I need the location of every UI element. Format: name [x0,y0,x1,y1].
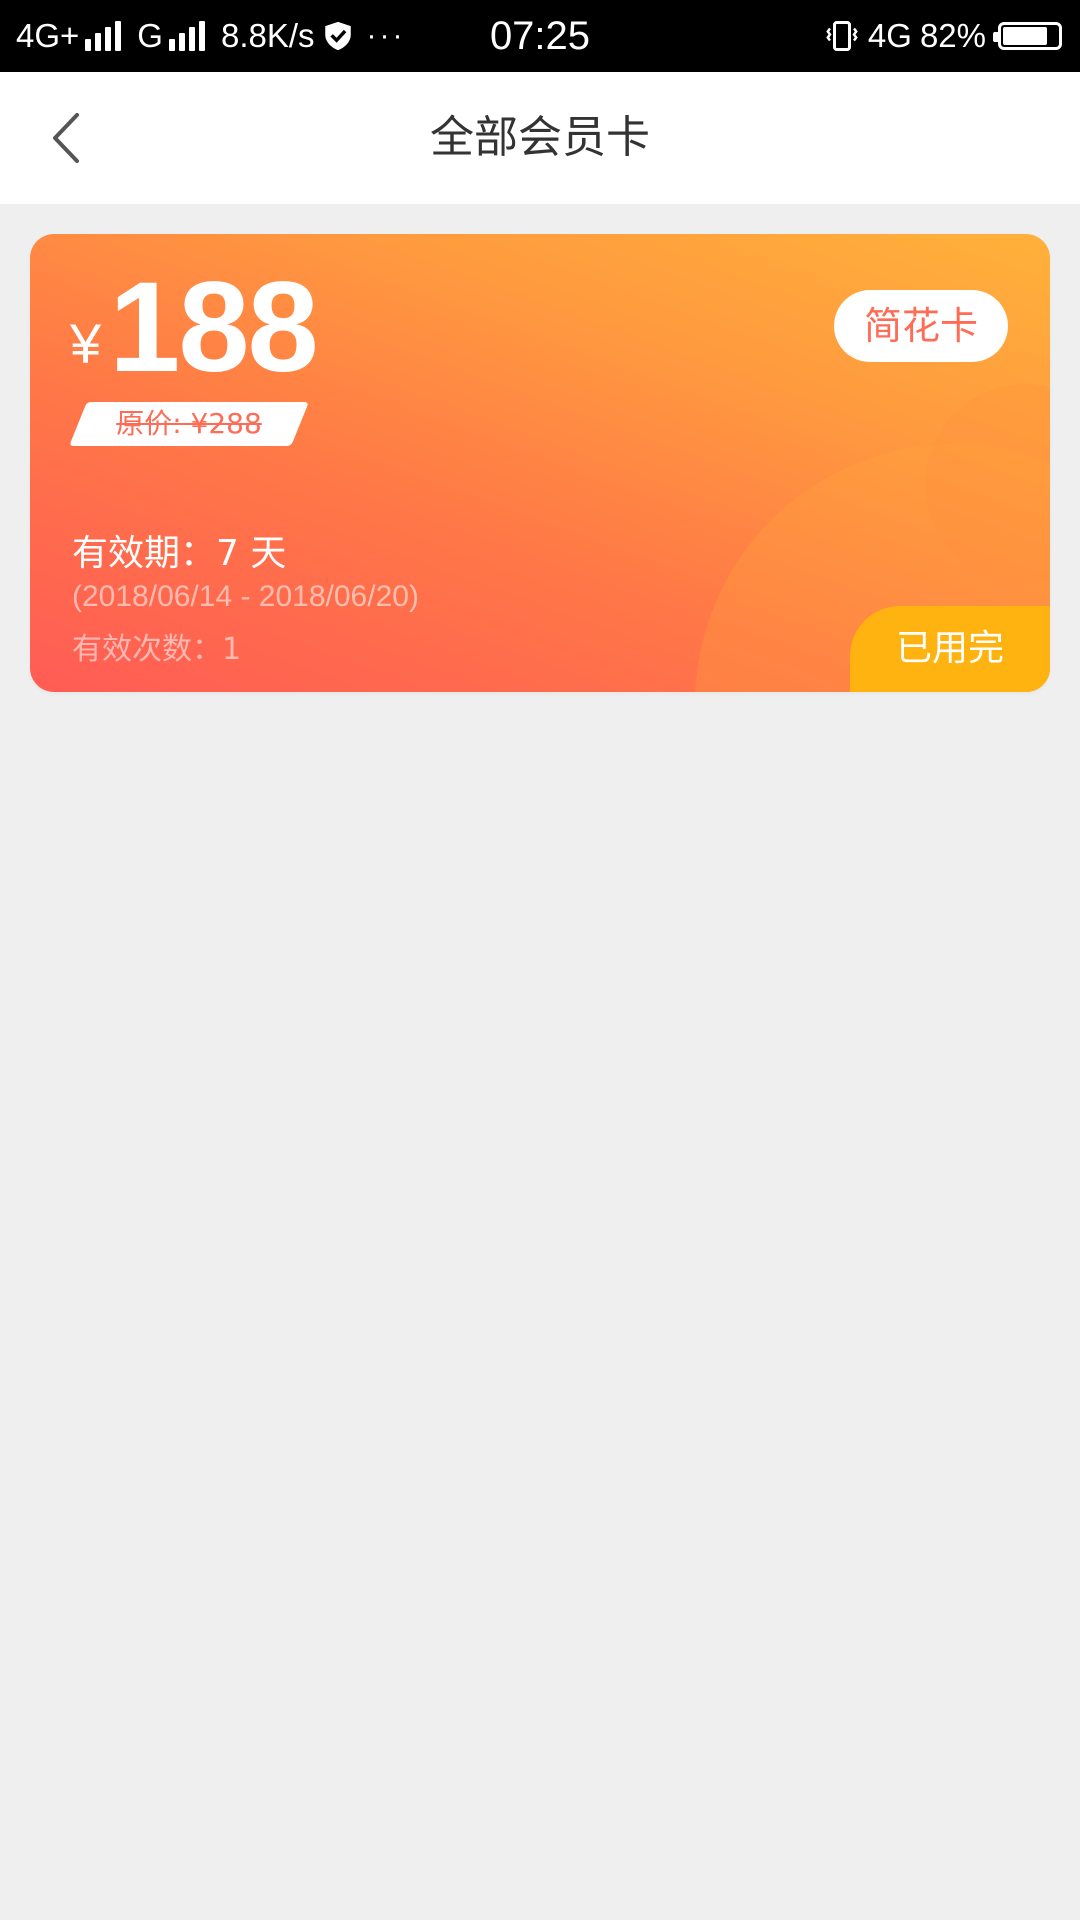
vibrate-icon [826,21,858,51]
card-type-badge: 简花卡 [834,290,1008,362]
battery-percent: 82% [919,17,986,54]
price-row: ¥ 188 [70,256,319,399]
battery-level-fill [1003,27,1047,45]
status-bar: 4G+ G 8.8K/s ··· 07:25 4G 82% [0,0,1080,72]
page-title: 全部会员卡 [430,112,650,163]
validity-date-range: (2018/06/14 - 2018/06/20) [72,580,419,613]
status-right: 4G 82% [824,0,1062,72]
card-price: 188 [109,256,319,399]
top-navigation-bar: 全部会员卡 [0,72,1080,204]
battery-icon [993,22,1062,50]
currency-symbol: ¥ [70,312,102,375]
membership-card[interactable]: ¥ 188 原价: ¥288 简花卡 有效期：7 天 (2018/06/14 -… [30,234,1050,692]
original-price: 原价: ¥288 [116,407,262,440]
valid-times: 有效次数：1 [72,632,242,667]
validity-period: 有效期：7 天 [72,533,287,574]
status-badge: 已用完 [850,606,1050,692]
network-type-right: 4G [867,17,912,54]
